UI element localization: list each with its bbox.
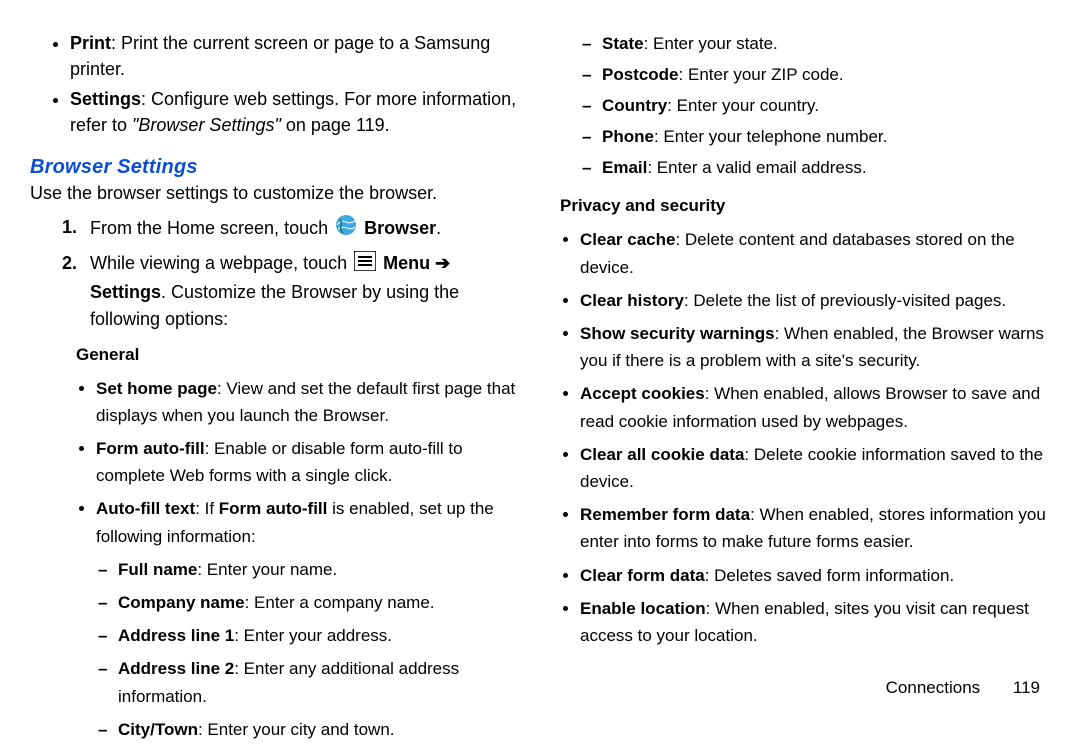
opt-auto-fill-text: Auto-fill text: If Form auto-fill is ena… — [96, 495, 520, 743]
opt-show-security-warnings: Show security warnings: When enabled, th… — [580, 320, 1050, 374]
opt-accept-cookies: Accept cookies: When enabled, allows Bro… — [580, 380, 1050, 434]
field-country: Country: Enter your country. — [602, 92, 1050, 121]
manual-page: Print: Print the current screen or page … — [0, 0, 1080, 720]
desc: : Enter your telephone number. — [654, 127, 887, 146]
desc: : Enter your state. — [644, 34, 778, 53]
term: Address line 1 — [118, 626, 234, 645]
text: From the Home screen, touch — [90, 218, 333, 238]
term: Full name — [118, 560, 197, 579]
subheading-privacy-security: Privacy and security — [560, 196, 1050, 216]
subheading-general: General — [76, 345, 520, 365]
right-column: State: Enter your state. Postcode: Enter… — [560, 30, 1050, 749]
term: Set home page — [96, 379, 217, 398]
settings-label: Settings — [90, 282, 161, 302]
step-1: From the Home screen, touch Browser. — [90, 214, 520, 244]
menu-icon — [354, 251, 376, 279]
cross-reference: "Browser Settings" — [132, 115, 281, 135]
term: Clear form data — [580, 566, 705, 585]
section-intro: Use the browser settings to customize th… — [30, 183, 520, 204]
desc: : Enter a valid email address. — [647, 158, 866, 177]
globe-icon — [335, 214, 357, 244]
term: Enable location — [580, 599, 706, 618]
autofill-fields-right: State: Enter your state. Postcode: Enter… — [560, 30, 1050, 182]
two-column-layout: Print: Print the current screen or page … — [30, 30, 1050, 749]
term: Company name — [118, 593, 245, 612]
page-footer: Connections 119 — [886, 678, 1040, 698]
field-address-1: Address line 1: Enter your address. — [118, 622, 520, 649]
term: Postcode — [602, 65, 679, 84]
field-postcode: Postcode: Enter your ZIP code. — [602, 61, 1050, 90]
xref-suffix: on page 119. — [281, 115, 390, 135]
opt-clear-cache: Clear cache: Delete content and database… — [580, 226, 1050, 280]
opt-enable-location: Enable location: When enabled, sites you… — [580, 595, 1050, 649]
desc: : Deletes saved form information. — [705, 566, 954, 585]
term: Print — [70, 33, 111, 53]
desc: : Print the current screen or page to a … — [70, 33, 490, 79]
opt-set-home-page: Set home page: View and set the default … — [96, 375, 520, 429]
desc: : Enter a company name. — [245, 593, 435, 612]
continuation-bullets: Print: Print the current screen or page … — [30, 30, 520, 138]
desc: : Enter your name. — [197, 560, 337, 579]
term: Form auto-fill — [96, 439, 205, 458]
field-company-name: Company name: Enter a company name. — [118, 589, 520, 616]
bullet-print: Print: Print the current screen or page … — [70, 30, 520, 82]
term2: Form auto-fill — [219, 499, 328, 518]
arrow-icon: ➔ — [430, 253, 450, 273]
term: Country — [602, 96, 667, 115]
opt-clear-form-data: Clear form data: Deletes saved form info… — [580, 562, 1050, 589]
field-state: State: Enter your state. — [602, 30, 1050, 59]
menu-label: Menu — [383, 253, 430, 273]
footer-section: Connections — [886, 678, 981, 697]
opt-clear-all-cookie-data: Clear all cookie data: Delete cookie inf… — [580, 441, 1050, 495]
left-column: Print: Print the current screen or page … — [30, 30, 520, 749]
section-heading-browser-settings: Browser Settings — [30, 156, 520, 179]
opt-form-auto-fill: Form auto-fill: Enable or disable form a… — [96, 435, 520, 489]
desc: : Enter your country. — [667, 96, 819, 115]
term: Clear all cookie data — [580, 445, 744, 464]
step-2: While viewing a webpage, touch Menu ➔ Se… — [90, 250, 520, 332]
term: Clear history — [580, 291, 684, 310]
term: Auto-fill text — [96, 499, 195, 518]
mid: : If — [195, 499, 219, 518]
desc: : Enter your address. — [234, 626, 392, 645]
opt-clear-history: Clear history: Delete the list of previo… — [580, 287, 1050, 314]
term: Show security warnings — [580, 324, 775, 343]
desc: : Enter your city and town. — [198, 720, 395, 739]
term: Remember form data — [580, 505, 750, 524]
field-full-name: Full name: Enter your name. — [118, 556, 520, 583]
general-options-list: Set home page: View and set the default … — [30, 375, 520, 743]
label: Browser — [364, 218, 436, 238]
period: . — [436, 218, 441, 238]
term: Phone — [602, 127, 654, 146]
text: While viewing a webpage, touch — [90, 253, 352, 273]
term: Address line 2 — [118, 659, 234, 678]
term: City/Town — [118, 720, 198, 739]
bullet-settings: Settings: Configure web settings. For mo… — [70, 86, 520, 138]
privacy-options-list: Clear cache: Delete content and database… — [560, 226, 1050, 649]
desc: : Enter your ZIP code. — [679, 65, 844, 84]
field-email: Email: Enter a valid email address. — [602, 154, 1050, 183]
desc: : Delete the list of previously-visited … — [684, 291, 1006, 310]
term: State — [602, 34, 644, 53]
term: Settings — [70, 89, 141, 109]
footer-page-number: 119 — [1013, 678, 1040, 697]
autofill-fields-left: Full name: Enter your name. Company name… — [96, 556, 520, 743]
field-address-2: Address line 2: Enter any additional add… — [118, 655, 520, 709]
term: Email — [602, 158, 647, 177]
term: Clear cache — [580, 230, 675, 249]
numbered-steps: From the Home screen, touch Browser. Whi… — [30, 214, 520, 332]
term: Accept cookies — [580, 384, 705, 403]
opt-remember-form-data: Remember form data: When enabled, stores… — [580, 501, 1050, 555]
field-phone: Phone: Enter your telephone number. — [602, 123, 1050, 152]
